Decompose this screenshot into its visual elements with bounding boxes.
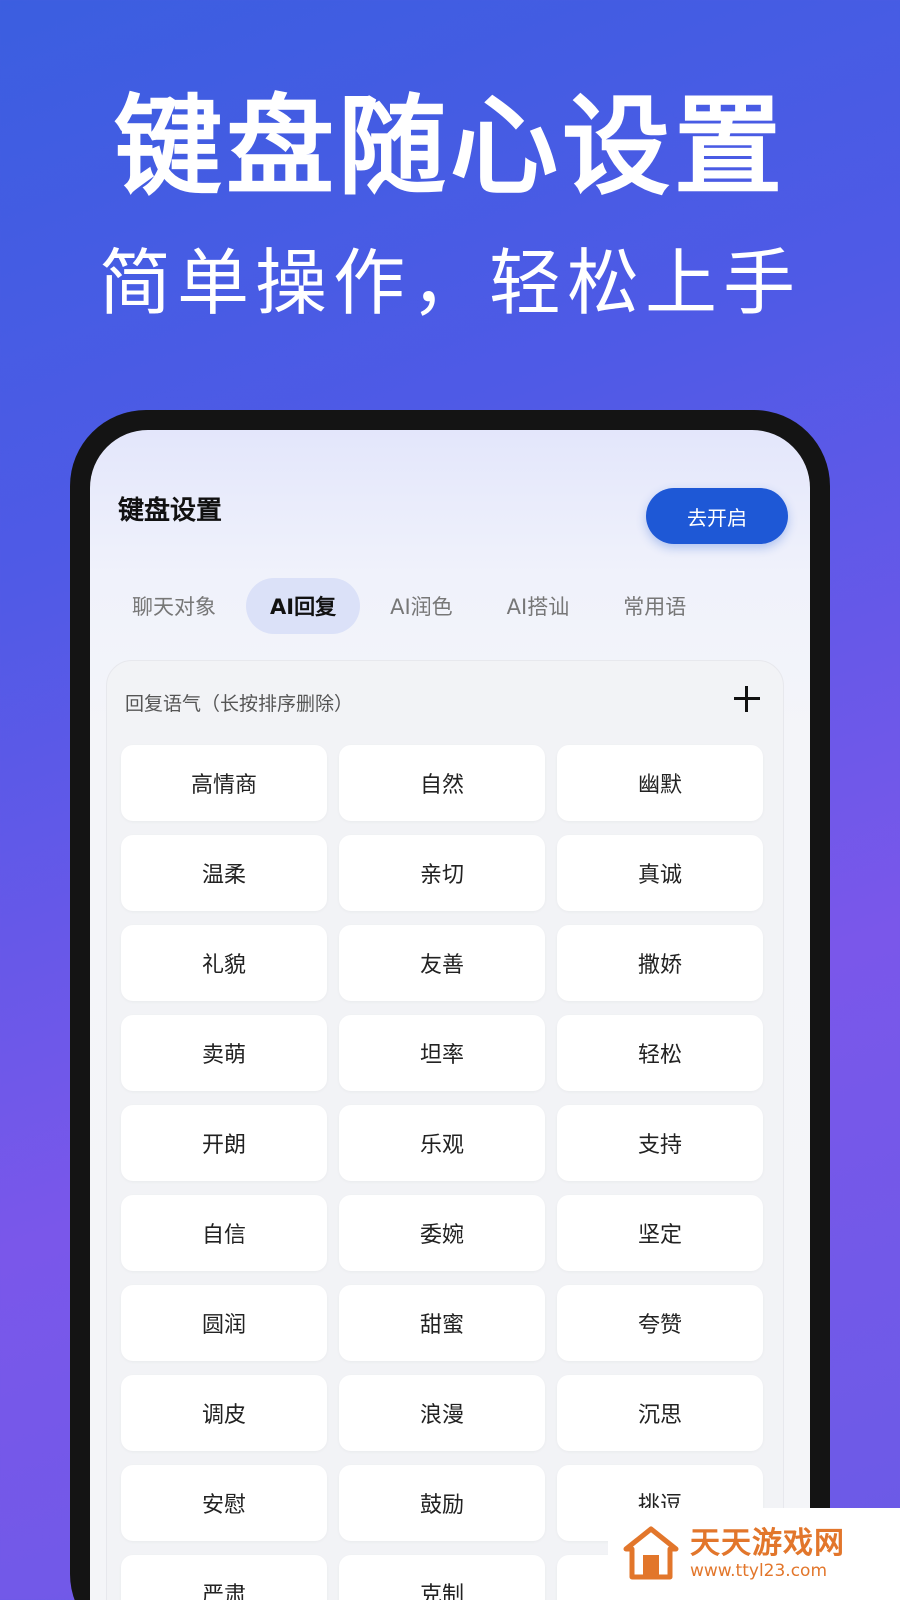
tone-chip[interactable]: 坦率 bbox=[339, 1015, 545, 1091]
tone-chip[interactable]: 沉思 bbox=[557, 1375, 763, 1451]
tab-common-phrases[interactable]: 常用语 bbox=[599, 578, 710, 634]
tone-chip[interactable]: 调皮 bbox=[121, 1375, 327, 1451]
watermark-name: 天天游戏网 bbox=[690, 1526, 845, 1561]
hero-subtitle: 简单操作，轻松上手 bbox=[98, 241, 801, 325]
tab-ai-reply[interactable]: AI回复 bbox=[246, 578, 361, 634]
house-logo-icon bbox=[623, 1526, 679, 1580]
tab-bar: 聊天对象 AI回复 AI润色 AI搭讪 常用语 bbox=[108, 578, 710, 634]
tone-chip[interactable]: 圆润 bbox=[121, 1285, 327, 1361]
tone-chip[interactable]: 安慰 bbox=[121, 1465, 327, 1541]
tone-chip[interactable]: 自信 bbox=[121, 1195, 327, 1271]
reply-tone-panel: 回复语气（长按排序删除） 高情商 自然 幽默温柔 亲切 真诚礼貌 友善 撒娇卖萌 坦率 轻松开朗… bbox=[106, 660, 784, 1600]
tone-chip[interactable]: 卖萌 bbox=[121, 1015, 327, 1091]
tone-grid: 高情商 自然 幽默温柔 亲切 真诚礼貌 友善 撒娇卖萌 坦率 轻松开朗 乐观 支持自信 委婉 坚定圆润甜… bbox=[121, 745, 763, 1600]
tone-chip[interactable]: 严肃 bbox=[121, 1555, 327, 1600]
tone-chip[interactable]: 浪漫 bbox=[339, 1375, 545, 1451]
tone-chip[interactable]: 坚定 bbox=[557, 1195, 763, 1271]
tone-chip[interactable]: 开朗 bbox=[121, 1105, 327, 1181]
watermark: 天天游戏网 www.ttyl23.com bbox=[608, 1508, 900, 1600]
plus-icon[interactable] bbox=[733, 685, 761, 713]
tone-chip[interactable]: 甜蜜 bbox=[339, 1285, 545, 1361]
phone-screen: 键盘设置 去开启 聊天对象 AI回复 AI润色 AI搭讪 常用语 回复语气（长按… bbox=[90, 430, 810, 1600]
tone-chip[interactable]: 乐观 bbox=[339, 1105, 545, 1181]
watermark-url: www.ttyl23.com bbox=[690, 1561, 828, 1581]
tab-ai-polish[interactable]: AI润色 bbox=[366, 578, 477, 634]
reply-tone-label: 回复语气（长按排序删除） bbox=[125, 693, 354, 715]
tone-chip[interactable]: 夸赞 bbox=[557, 1285, 763, 1361]
tone-chip[interactable]: 支持 bbox=[557, 1105, 763, 1181]
hero-title: 键盘随心设置 bbox=[113, 85, 786, 210]
tone-chip[interactable]: 真诚 bbox=[557, 835, 763, 911]
enable-keyboard-button[interactable]: 去开启 bbox=[646, 488, 788, 544]
tone-chip[interactable]: 温柔 bbox=[121, 835, 327, 911]
tab-ai-pickup[interactable]: AI搭讪 bbox=[483, 578, 594, 634]
tone-chip[interactable]: 自然 bbox=[339, 745, 545, 821]
tone-chip[interactable]: 友善 bbox=[339, 925, 545, 1001]
tone-chip[interactable]: 委婉 bbox=[339, 1195, 545, 1271]
tone-chip[interactable]: 幽默 bbox=[557, 745, 763, 821]
tone-chip[interactable]: 礼貌 bbox=[121, 925, 327, 1001]
tone-chip[interactable]: 高情商 bbox=[121, 745, 327, 821]
tone-chip[interactable]: 鼓励 bbox=[339, 1465, 545, 1541]
tab-chat-target[interactable]: 聊天对象 bbox=[108, 578, 240, 634]
page-title: 键盘设置 bbox=[118, 496, 223, 526]
tone-chip[interactable]: 轻松 bbox=[557, 1015, 763, 1091]
tone-chip[interactable]: 撒娇 bbox=[557, 925, 763, 1001]
tone-chip[interactable]: 克制 bbox=[339, 1555, 545, 1600]
tone-chip[interactable]: 亲切 bbox=[339, 835, 545, 911]
